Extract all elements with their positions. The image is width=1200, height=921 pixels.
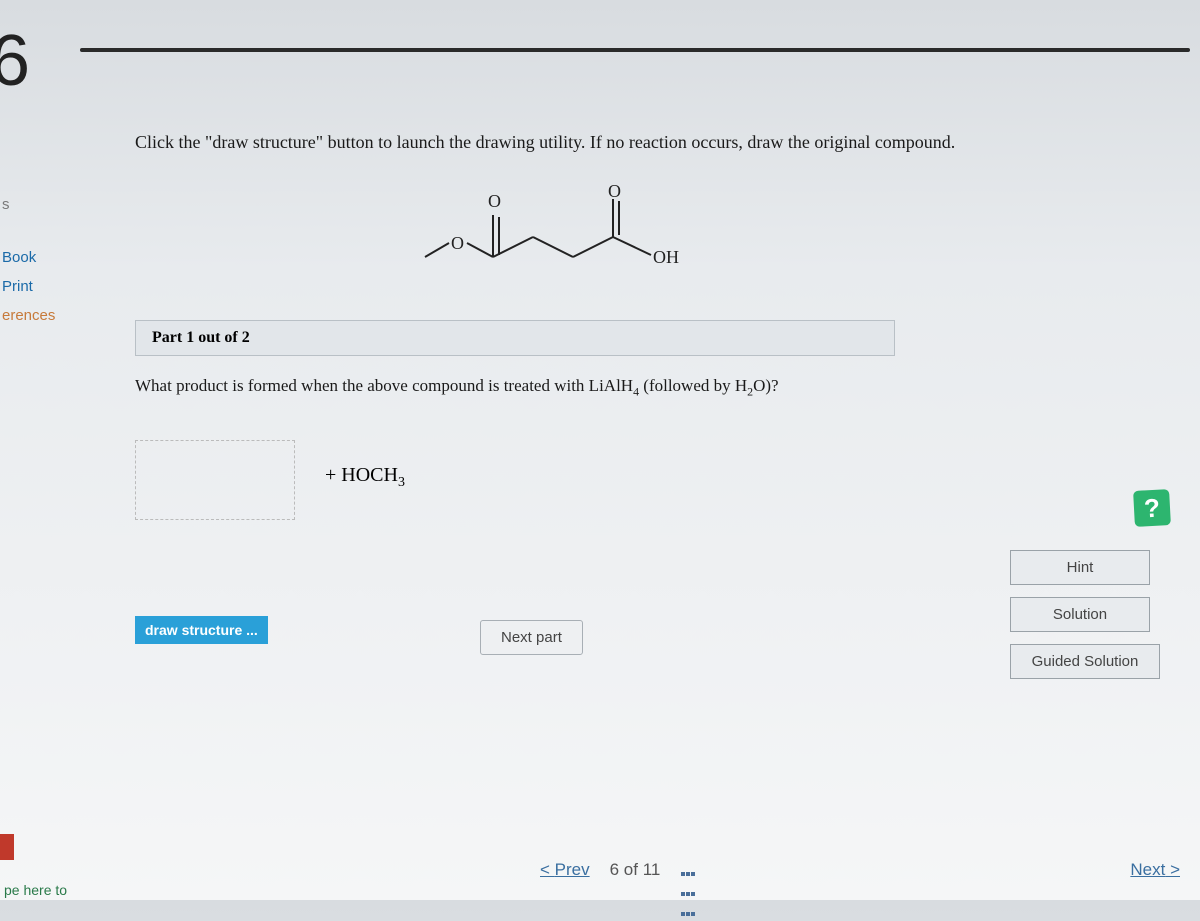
sidebar-item-s[interactable]: s	[0, 190, 60, 219]
page-count: 6 of 11	[610, 860, 661, 880]
draw-structure-button[interactable]: draw structure ...	[135, 616, 268, 644]
prev-link[interactable]: < Prev	[540, 860, 590, 880]
hint-button[interactable]: Hint	[1010, 550, 1150, 585]
byproduct-text: + HOCH3	[325, 464, 405, 491]
atom-o-ester: O	[451, 233, 464, 253]
sidebar: s Book Print erences	[0, 190, 60, 330]
question-number: 6	[0, 20, 30, 102]
solution-button[interactable]: Solution	[1010, 597, 1150, 632]
grid-icon[interactable]	[680, 861, 698, 879]
divider	[80, 48, 1190, 52]
part-indicator: Part 1 out of 2	[135, 320, 895, 356]
atom-o-carbonyl-1: O	[488, 191, 501, 211]
answer-canvas[interactable]	[135, 440, 295, 520]
help-icon[interactable]: ?	[1133, 489, 1171, 527]
taskbar-fragment: pe here to	[4, 882, 67, 898]
atom-oh: OH	[653, 247, 679, 267]
molecule-diagram: O O O OH	[415, 185, 695, 275]
next-link[interactable]: Next >	[1130, 860, 1180, 880]
sidebar-item-references[interactable]: erences	[0, 301, 60, 330]
sidebar-item-print[interactable]: Print	[0, 272, 60, 301]
question-text: What product is formed when the above co…	[135, 376, 915, 399]
atom-o-carbonyl-2: O	[608, 185, 621, 201]
help-cluster: ? Hint Solution Guided Solution	[1010, 510, 1170, 679]
prompt-text: Click the "draw structure" button to lau…	[135, 130, 1015, 155]
sidebar-item-book[interactable]: Book	[0, 243, 60, 272]
footer-nav: < Prev 6 of 11 Next >	[540, 860, 1180, 880]
next-part-button[interactable]: Next part	[480, 620, 583, 655]
red-tab	[0, 834, 14, 860]
guided-solution-button[interactable]: Guided Solution	[1010, 644, 1160, 679]
